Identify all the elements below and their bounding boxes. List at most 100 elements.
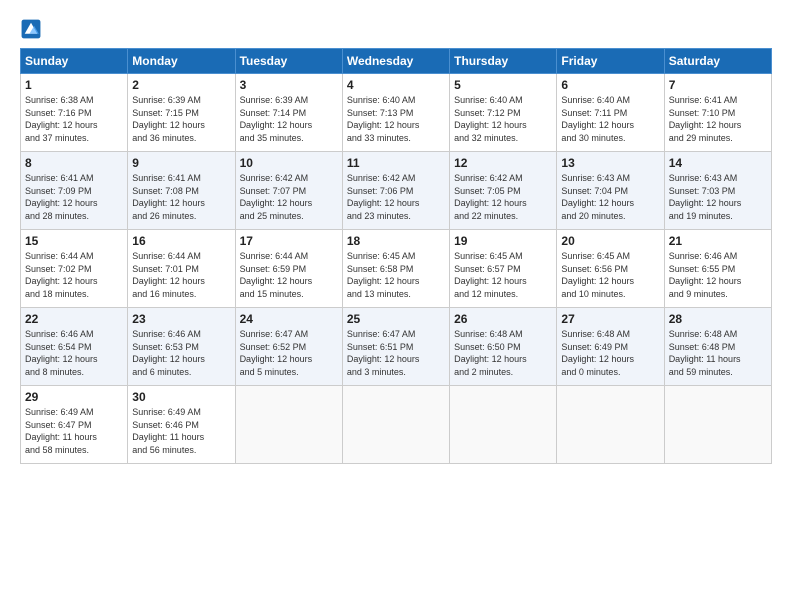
day-info: Sunrise: 6:44 AM Sunset: 6:59 PM Dayligh… xyxy=(240,250,338,300)
day-cell: 15 Sunrise: 6:44 AM Sunset: 7:02 PM Dayli… xyxy=(21,230,128,308)
day-cell: 27 Sunrise: 6:48 AM Sunset: 6:49 PM Dayli… xyxy=(557,308,664,386)
day-cell: 21 Sunrise: 6:46 AM Sunset: 6:55 PM Dayli… xyxy=(664,230,771,308)
day-number: 19 xyxy=(454,234,552,248)
day-cell: 29 Sunrise: 6:49 AM Sunset: 6:47 PM Dayli… xyxy=(21,386,128,464)
week-row-4: 22 Sunrise: 6:46 AM Sunset: 6:54 PM Dayli… xyxy=(21,308,772,386)
day-info: Sunrise: 6:46 AM Sunset: 6:53 PM Dayligh… xyxy=(132,328,230,378)
day-number: 4 xyxy=(347,78,445,92)
col-sunday: Sunday xyxy=(21,49,128,74)
col-thursday: Thursday xyxy=(450,49,557,74)
day-info: Sunrise: 6:45 AM Sunset: 6:57 PM Dayligh… xyxy=(454,250,552,300)
day-cell: 1 Sunrise: 6:38 AM Sunset: 7:16 PM Daylig… xyxy=(21,74,128,152)
day-cell: 17 Sunrise: 6:44 AM Sunset: 6:59 PM Dayli… xyxy=(235,230,342,308)
day-number: 23 xyxy=(132,312,230,326)
day-cell: 18 Sunrise: 6:45 AM Sunset: 6:58 PM Dayli… xyxy=(342,230,449,308)
day-info: Sunrise: 6:49 AM Sunset: 6:47 PM Dayligh… xyxy=(25,406,123,456)
day-number: 5 xyxy=(454,78,552,92)
day-cell: 20 Sunrise: 6:45 AM Sunset: 6:56 PM Dayli… xyxy=(557,230,664,308)
day-info: Sunrise: 6:41 AM Sunset: 7:09 PM Dayligh… xyxy=(25,172,123,222)
day-number: 20 xyxy=(561,234,659,248)
day-number: 16 xyxy=(132,234,230,248)
week-row-5: 29 Sunrise: 6:49 AM Sunset: 6:47 PM Dayli… xyxy=(21,386,772,464)
day-info: Sunrise: 6:40 AM Sunset: 7:13 PM Dayligh… xyxy=(347,94,445,144)
day-cell: 3 Sunrise: 6:39 AM Sunset: 7:14 PM Daylig… xyxy=(235,74,342,152)
col-saturday: Saturday xyxy=(664,49,771,74)
day-info: Sunrise: 6:47 AM Sunset: 6:52 PM Dayligh… xyxy=(240,328,338,378)
day-number: 10 xyxy=(240,156,338,170)
day-info: Sunrise: 6:45 AM Sunset: 6:58 PM Dayligh… xyxy=(347,250,445,300)
page: Sunday Monday Tuesday Wednesday Thursday… xyxy=(0,0,792,474)
day-info: Sunrise: 6:42 AM Sunset: 7:05 PM Dayligh… xyxy=(454,172,552,222)
day-info: Sunrise: 6:42 AM Sunset: 7:06 PM Dayligh… xyxy=(347,172,445,222)
week-row-1: 1 Sunrise: 6:38 AM Sunset: 7:16 PM Daylig… xyxy=(21,74,772,152)
week-row-2: 8Sunrise: 6:41 AM Sunset: 7:09 PM Daylig… xyxy=(21,152,772,230)
col-friday: Friday xyxy=(557,49,664,74)
day-number: 3 xyxy=(240,78,338,92)
header xyxy=(20,18,772,40)
col-monday: Monday xyxy=(128,49,235,74)
day-cell xyxy=(557,386,664,464)
day-info: Sunrise: 6:43 AM Sunset: 7:04 PM Dayligh… xyxy=(561,172,659,222)
day-number: 22 xyxy=(25,312,123,326)
day-cell: 7 Sunrise: 6:41 AM Sunset: 7:10 PM Daylig… xyxy=(664,74,771,152)
day-number: 27 xyxy=(561,312,659,326)
day-cell xyxy=(450,386,557,464)
day-cell: 16 Sunrise: 6:44 AM Sunset: 7:01 PM Dayli… xyxy=(128,230,235,308)
day-info: Sunrise: 6:42 AM Sunset: 7:07 PM Dayligh… xyxy=(240,172,338,222)
day-info: Sunrise: 6:39 AM Sunset: 7:14 PM Dayligh… xyxy=(240,94,338,144)
day-number: 26 xyxy=(454,312,552,326)
day-info: Sunrise: 6:47 AM Sunset: 6:51 PM Dayligh… xyxy=(347,328,445,378)
day-cell: 6Sunrise: 6:40 AM Sunset: 7:11 PM Daylig… xyxy=(557,74,664,152)
day-number: 2 xyxy=(132,78,230,92)
day-number: 1 xyxy=(25,78,123,92)
day-number: 12 xyxy=(454,156,552,170)
day-number: 7 xyxy=(669,78,767,92)
day-info: Sunrise: 6:45 AM Sunset: 6:56 PM Dayligh… xyxy=(561,250,659,300)
day-info: Sunrise: 6:44 AM Sunset: 7:02 PM Dayligh… xyxy=(25,250,123,300)
day-cell: 26 Sunrise: 6:48 AM Sunset: 6:50 PM Dayli… xyxy=(450,308,557,386)
day-info: Sunrise: 6:38 AM Sunset: 7:16 PM Dayligh… xyxy=(25,94,123,144)
day-info: Sunrise: 6:46 AM Sunset: 6:55 PM Dayligh… xyxy=(669,250,767,300)
day-cell: 24Sunrise: 6:47 AM Sunset: 6:52 PM Dayli… xyxy=(235,308,342,386)
col-tuesday: Tuesday xyxy=(235,49,342,74)
day-cell: 2Sunrise: 6:39 AM Sunset: 7:15 PM Daylig… xyxy=(128,74,235,152)
day-info: Sunrise: 6:48 AM Sunset: 6:49 PM Dayligh… xyxy=(561,328,659,378)
day-number: 29 xyxy=(25,390,123,404)
day-cell xyxy=(342,386,449,464)
logo-icon xyxy=(20,18,42,40)
day-cell xyxy=(235,386,342,464)
day-cell: 19 Sunrise: 6:45 AM Sunset: 6:57 PM Dayli… xyxy=(450,230,557,308)
day-info: Sunrise: 6:40 AM Sunset: 7:12 PM Dayligh… xyxy=(454,94,552,144)
day-number: 11 xyxy=(347,156,445,170)
day-cell: 13 Sunrise: 6:43 AM Sunset: 7:04 PM Dayli… xyxy=(557,152,664,230)
day-number: 6 xyxy=(561,78,659,92)
day-number: 13 xyxy=(561,156,659,170)
day-info: Sunrise: 6:43 AM Sunset: 7:03 PM Dayligh… xyxy=(669,172,767,222)
day-cell: 8Sunrise: 6:41 AM Sunset: 7:09 PM Daylig… xyxy=(21,152,128,230)
day-info: Sunrise: 6:44 AM Sunset: 7:01 PM Dayligh… xyxy=(132,250,230,300)
day-number: 21 xyxy=(669,234,767,248)
day-info: Sunrise: 6:46 AM Sunset: 6:54 PM Dayligh… xyxy=(25,328,123,378)
day-cell: 9 Sunrise: 6:41 AM Sunset: 7:08 PM Daylig… xyxy=(128,152,235,230)
day-cell: 5 Sunrise: 6:40 AM Sunset: 7:12 PM Daylig… xyxy=(450,74,557,152)
day-number: 25 xyxy=(347,312,445,326)
day-number: 17 xyxy=(240,234,338,248)
day-info: Sunrise: 6:48 AM Sunset: 6:50 PM Dayligh… xyxy=(454,328,552,378)
header-row: Sunday Monday Tuesday Wednesday Thursday… xyxy=(21,49,772,74)
day-number: 15 xyxy=(25,234,123,248)
day-cell: 11 Sunrise: 6:42 AM Sunset: 7:06 PM Dayli… xyxy=(342,152,449,230)
day-number: 18 xyxy=(347,234,445,248)
day-cell: 12 Sunrise: 6:42 AM Sunset: 7:05 PM Dayli… xyxy=(450,152,557,230)
day-number: 14 xyxy=(669,156,767,170)
day-cell: 30Sunrise: 6:49 AM Sunset: 6:46 PM Dayli… xyxy=(128,386,235,464)
day-cell xyxy=(664,386,771,464)
day-cell: 25 Sunrise: 6:47 AM Sunset: 6:51 PM Dayli… xyxy=(342,308,449,386)
day-info: Sunrise: 6:41 AM Sunset: 7:08 PM Dayligh… xyxy=(132,172,230,222)
calendar-table: Sunday Monday Tuesday Wednesday Thursday… xyxy=(20,48,772,464)
day-cell: 22 Sunrise: 6:46 AM Sunset: 6:54 PM Dayli… xyxy=(21,308,128,386)
week-row-3: 15 Sunrise: 6:44 AM Sunset: 7:02 PM Dayli… xyxy=(21,230,772,308)
logo xyxy=(20,18,46,40)
day-number: 9 xyxy=(132,156,230,170)
day-info: Sunrise: 6:48 AM Sunset: 6:48 PM Dayligh… xyxy=(669,328,767,378)
day-info: Sunrise: 6:41 AM Sunset: 7:10 PM Dayligh… xyxy=(669,94,767,144)
